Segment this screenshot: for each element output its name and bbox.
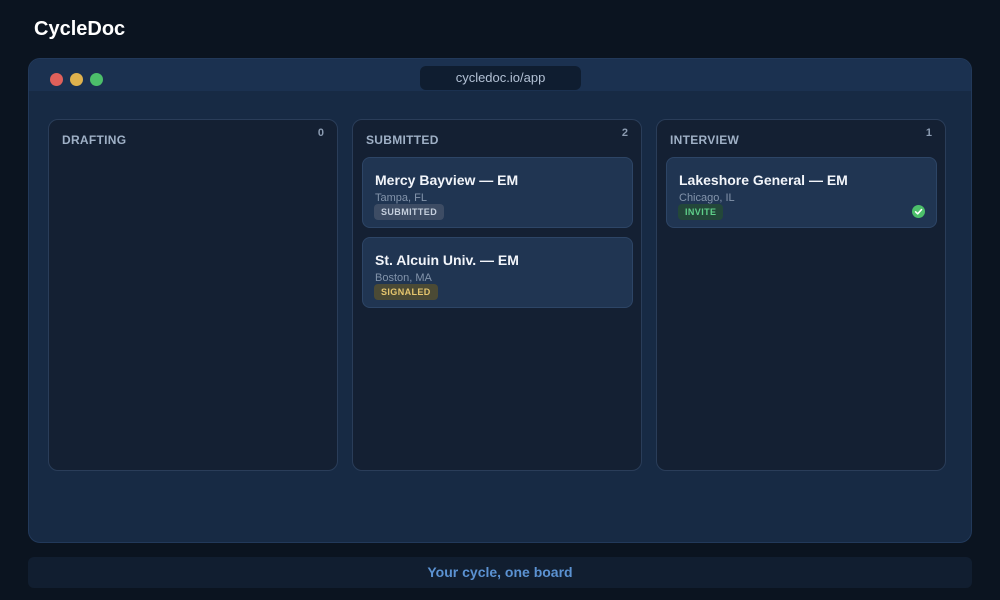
application-card[interactable]: Lakeshore General — EM Chicago, IL INVIT…	[666, 157, 937, 228]
status-badge: INVITE	[678, 204, 724, 220]
check-circle-icon	[912, 205, 925, 218]
application-card[interactable]: St. Alcuin Univ. — EM Boston, MA SIGNALE…	[362, 237, 633, 308]
column-count: 0	[317, 127, 324, 139]
card-location: Chicago, IL	[679, 192, 735, 204]
column-title: INTERVIEW	[670, 133, 740, 147]
card-title: Mercy Bayview — EM	[375, 172, 519, 188]
close-window-dot[interactable]	[50, 73, 63, 86]
column-interview: INTERVIEW 1 Lakeshore General — EM Chica…	[656, 119, 946, 471]
url-bar[interactable]: cycledoc.io/app	[420, 66, 581, 90]
status-badge: SIGNALED	[374, 284, 438, 300]
column-count: 1	[925, 127, 932, 139]
window-titlebar: cycledoc.io/app	[29, 59, 971, 91]
card-title: St. Alcuin Univ. — EM	[375, 252, 519, 268]
minimize-window-dot[interactable]	[70, 73, 83, 86]
kanban-board: DRAFTING 0 SUBMITTED 2 Mercy Bayview — E…	[29, 91, 971, 542]
card-location: Tampa, FL	[375, 192, 427, 204]
column-title: SUBMITTED	[366, 133, 439, 147]
application-card[interactable]: Mercy Bayview — EM Tampa, FL SUBMITTED	[362, 157, 633, 228]
column-submitted: SUBMITTED 2 Mercy Bayview — EM Tampa, FL…	[352, 119, 642, 471]
card-title: Lakeshore General — EM	[679, 172, 848, 188]
column-title: DRAFTING	[62, 133, 127, 147]
browser-window: cycledoc.io/app DRAFTING 0 SUBMITTED 2 M…	[28, 58, 972, 543]
column-drafting: DRAFTING 0	[48, 119, 338, 471]
footer-tagline: Your cycle, one board	[28, 557, 972, 588]
status-badge: SUBMITTED	[374, 204, 445, 220]
app-title: CycleDoc	[34, 18, 126, 40]
maximize-window-dot[interactable]	[90, 73, 103, 86]
card-location: Boston, MA	[375, 272, 432, 284]
column-count: 2	[621, 127, 628, 139]
